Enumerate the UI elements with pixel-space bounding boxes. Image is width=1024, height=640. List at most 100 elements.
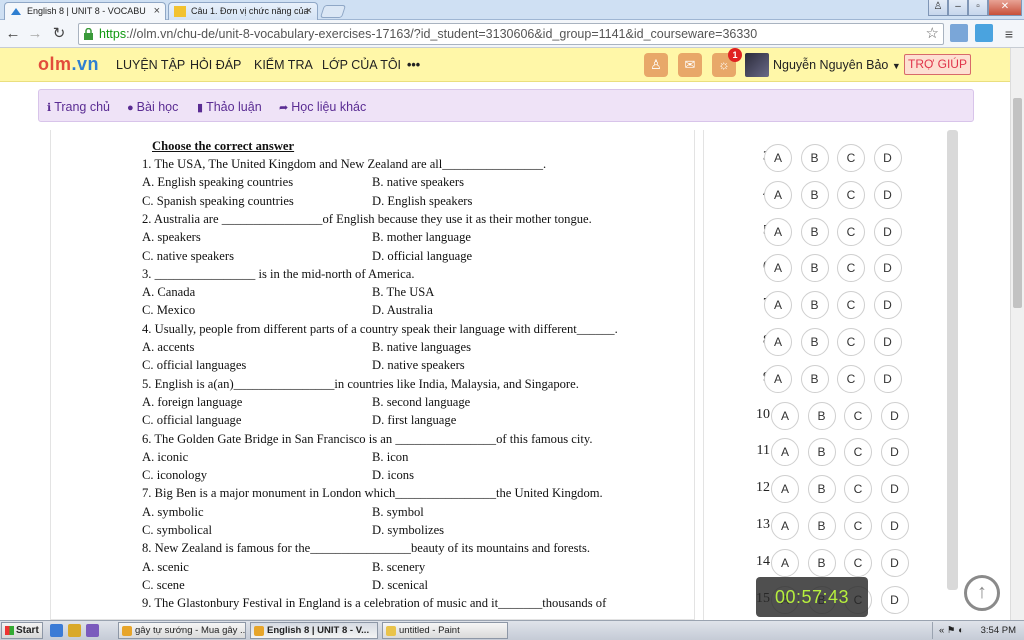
- option-d-button[interactable]: D: [880, 401, 909, 430]
- ie-icon[interactable]: [50, 624, 63, 637]
- option-d-button[interactable]: D: [873, 180, 902, 209]
- option-b-button[interactable]: B: [800, 254, 829, 283]
- option-d-button[interactable]: D: [873, 364, 902, 393]
- url-input[interactable]: https://olm.vn/chu-de/unit-8-vocabulary-…: [78, 23, 944, 45]
- option-d-button[interactable]: D: [873, 217, 902, 246]
- option-a-button[interactable]: A: [771, 475, 799, 504]
- answer-option: A. scenic: [142, 559, 189, 574]
- option-b-button[interactable]: B: [800, 328, 829, 356]
- option-a-button[interactable]: A: [764, 364, 792, 393]
- nav-kiem-tra[interactable]: KIỂM TRA: [254, 58, 313, 72]
- option-b-button[interactable]: B: [807, 512, 836, 540]
- option-d-button[interactable]: D: [880, 438, 909, 467]
- page-scrollbar-thumb[interactable]: [1013, 98, 1022, 308]
- answer-option: B. scenery: [372, 559, 426, 574]
- messages-icon[interactable]: ✉: [678, 53, 702, 77]
- option-c-button[interactable]: C: [837, 328, 865, 356]
- lock-icon: [83, 27, 94, 40]
- answer-option: C. official languages: [142, 358, 247, 373]
- back-arrow-icon[interactable]: ←: [4, 25, 22, 43]
- crumb-thao-luan[interactable]: ▮ Thảo luận: [197, 100, 262, 114]
- restore-button[interactable]: ▫: [968, 0, 988, 16]
- minimize-button[interactable]: –: [948, 0, 968, 16]
- option-c-button[interactable]: C: [844, 475, 872, 504]
- option-c-button[interactable]: C: [837, 144, 865, 172]
- close-window-button[interactable]: ✕: [988, 0, 1022, 16]
- close-tab-icon[interactable]: ×: [306, 3, 312, 19]
- option-b-button[interactable]: B: [800, 144, 829, 172]
- page-scrollbar[interactable]: [1010, 48, 1024, 620]
- crumb-hoc-lieu-khac[interactable]: ➦ Học liệu khác: [279, 100, 366, 114]
- option-c-button[interactable]: C: [844, 548, 872, 577]
- option-a-button[interactable]: A: [764, 328, 792, 356]
- option-d-button[interactable]: D: [873, 144, 902, 172]
- option-d-button[interactable]: D: [880, 512, 909, 540]
- option-b-button[interactable]: B: [800, 180, 829, 209]
- user-profile-icon[interactable]: ♙: [928, 0, 948, 16]
- nav-more[interactable]: •••: [407, 58, 420, 72]
- olm-logo[interactable]: olm.vn: [38, 54, 99, 75]
- option-c-button[interactable]: C: [837, 217, 865, 246]
- option-c-button[interactable]: C: [844, 512, 872, 540]
- option-c-button[interactable]: C: [844, 401, 872, 430]
- option-c-button[interactable]: C: [837, 180, 865, 209]
- taskbar-item[interactable]: English 8 | UNIT 8 - V...: [250, 622, 378, 639]
- avatar[interactable]: [745, 53, 769, 77]
- analytics-extension-icon[interactable]: [975, 24, 993, 42]
- crumb-trang-chu[interactable]: ℹ Trang chủ: [47, 100, 110, 114]
- option-d-button[interactable]: D: [873, 291, 902, 320]
- option-b-button[interactable]: B: [807, 548, 836, 577]
- menu-icon[interactable]: ≡: [1000, 25, 1018, 43]
- user-menu[interactable]: Nguyễn Nguyên Bảo ▼: [773, 58, 901, 72]
- question-number: 11: [756, 443, 770, 459]
- option-a-button[interactable]: A: [764, 217, 792, 246]
- option-d-button[interactable]: D: [873, 328, 902, 356]
- option-b-button[interactable]: B: [807, 438, 836, 467]
- answer-sheet-scrollbar[interactable]: [947, 130, 958, 590]
- windows-flag-icon: [5, 626, 14, 635]
- media-icon[interactable]: [86, 624, 99, 637]
- option-a-button[interactable]: A: [764, 144, 792, 172]
- option-c-button[interactable]: C: [837, 291, 865, 320]
- option-d-button[interactable]: D: [880, 585, 909, 614]
- help-button[interactable]: TRỢ GIÚP: [904, 54, 971, 75]
- option-a-button[interactable]: A: [771, 548, 799, 577]
- option-b-button[interactable]: B: [800, 217, 829, 246]
- option-a-button[interactable]: A: [764, 180, 792, 209]
- chat-icon: ●: [127, 102, 134, 114]
- add-friend-icon[interactable]: ♙: [644, 53, 668, 77]
- new-tab-button[interactable]: [319, 5, 347, 18]
- option-b-button[interactable]: B: [807, 401, 836, 430]
- browser-tab-english8[interactable]: English 8 | UNIT 8 - VOCABU ×: [4, 2, 166, 20]
- option-d-button[interactable]: D: [880, 548, 909, 577]
- extension-icon[interactable]: [950, 24, 968, 42]
- option-b-button[interactable]: B: [807, 475, 836, 504]
- scroll-to-top-button[interactable]: ↑: [964, 575, 1000, 611]
- taskbar-item-label: gây tự sướng - Mua gây ...: [135, 625, 246, 636]
- start-button[interactable]: Start: [1, 622, 43, 639]
- option-c-button[interactable]: C: [837, 364, 865, 393]
- nav-lop-cua-toi[interactable]: LỚP CỦA TÔI: [322, 58, 401, 72]
- nav-hoi-dap[interactable]: HỎI ĐÁP: [190, 58, 241, 72]
- bookmark-star-icon[interactable]: ☆: [926, 24, 939, 44]
- reload-icon[interactable]: ↻: [50, 25, 68, 43]
- chrome-icon[interactable]: [68, 624, 81, 637]
- browser-tab-cau1[interactable]: Câu 1. Đơn vị chức năng của ×: [168, 2, 318, 20]
- answer-option: B. native speakers: [372, 175, 464, 190]
- nav-luyen-tap[interactable]: LUYỆN TẬP: [116, 58, 185, 72]
- answer-option: C. iconology: [142, 468, 208, 483]
- option-a-button[interactable]: A: [764, 291, 792, 320]
- option-b-button[interactable]: B: [800, 364, 829, 393]
- option-d-button[interactable]: D: [880, 475, 909, 504]
- crumb-bai-hoc[interactable]: ● Bài học: [127, 100, 178, 114]
- close-tab-icon[interactable]: ×: [154, 3, 160, 19]
- option-a-button[interactable]: A: [771, 401, 799, 430]
- option-d-button[interactable]: D: [873, 254, 902, 283]
- taskbar-item[interactable]: gây tự sướng - Mua gây ...: [118, 622, 246, 639]
- option-a-button[interactable]: A: [771, 512, 799, 540]
- tray-icons[interactable]: « ⚑ ◐: [939, 625, 964, 636]
- forward-arrow-icon[interactable]: →: [26, 25, 44, 43]
- option-b-button[interactable]: B: [800, 291, 829, 320]
- question-text: 3. ________________ is in the mid-north …: [142, 266, 415, 281]
- taskbar-item[interactable]: untitled - Paint: [382, 622, 508, 639]
